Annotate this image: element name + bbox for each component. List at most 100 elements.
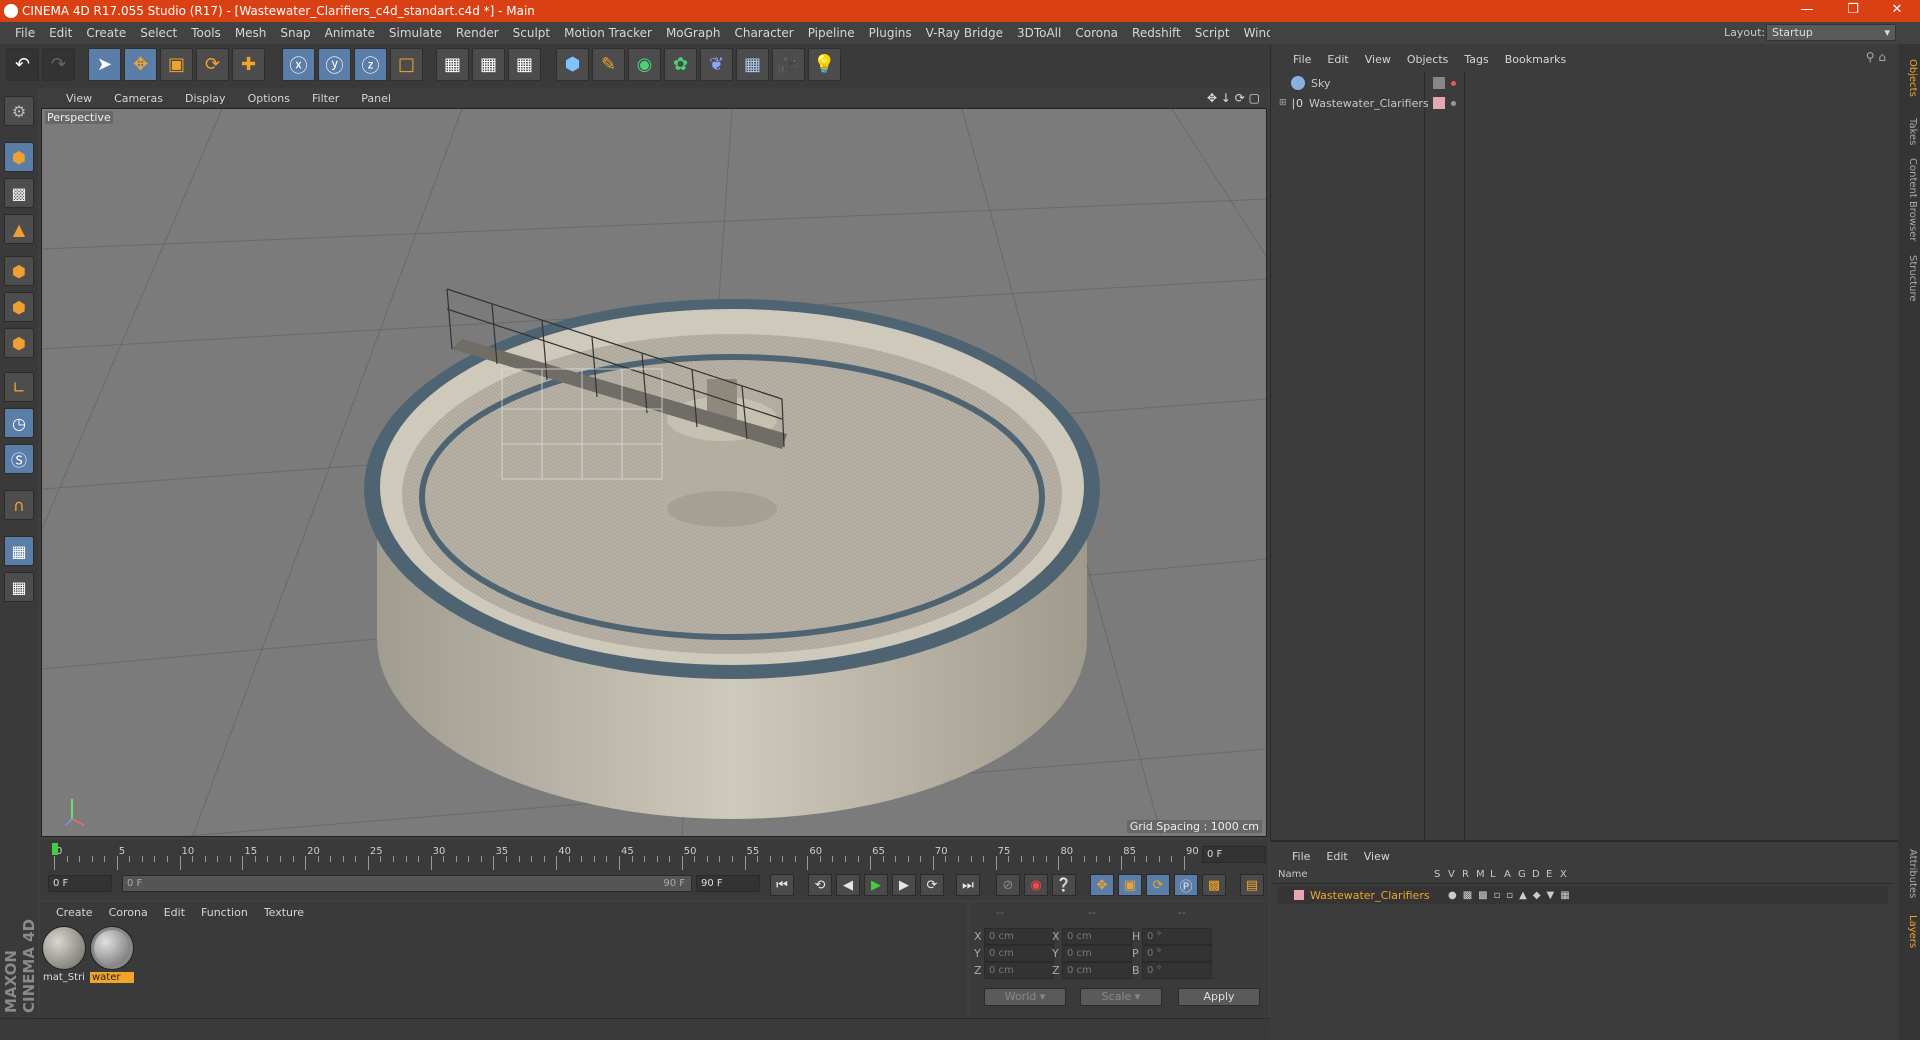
layer-row[interactable]: Wastewater_Clarifiers ●▩▩▫▫▲◆▼▦ xyxy=(1278,886,1888,904)
menu-item-objects[interactable]: Objects xyxy=(1399,53,1457,66)
expand-icon[interactable]: ⊞ xyxy=(1279,98,1287,108)
frame-range-slider[interactable]: 0 F 90 F xyxy=(122,875,692,892)
cloner-array-icon[interactable]: ✿ xyxy=(664,48,697,81)
timeline-ruler[interactable]: 0 5 10 15 20 25 30 35 40 45 50 55 60 65 70 75 80 85 90 0 F xyxy=(40,840,1268,870)
edit-render-settings-icon[interactable]: ▦ xyxy=(508,48,541,81)
menu-item-pipeline[interactable]: Pipeline xyxy=(801,26,862,40)
menu-item-plugins[interactable]: Plugins xyxy=(862,26,919,40)
menu-item-edit[interactable]: Edit xyxy=(156,906,193,919)
menu-item-corona[interactable]: Corona xyxy=(101,906,156,919)
close-button[interactable]: ✕ xyxy=(1874,0,1920,22)
layer-column-g[interactable]: G xyxy=(1518,869,1526,880)
scale-tool-icon[interactable]: ▣ xyxy=(160,48,193,81)
go-to-end-icon[interactable]: ⏭ xyxy=(956,874,980,896)
object-manager-search-icon[interactable]: ⚲ ⌂ xyxy=(1866,50,1886,64)
go-to-start-icon[interactable]: ⏮ xyxy=(770,874,794,896)
menu-item-animate[interactable]: Animate xyxy=(318,26,382,40)
key-position-icon[interactable]: ✥ xyxy=(1090,874,1114,896)
menu-item-mesh[interactable]: Mesh xyxy=(228,26,274,40)
floor-scene-icon[interactable]: ▦ xyxy=(736,48,769,81)
menu-item-tags[interactable]: Tags xyxy=(1456,53,1496,66)
tab-attributes[interactable]: Attributes xyxy=(1900,844,1918,904)
tab-takes[interactable]: Takes xyxy=(1900,112,1918,152)
menu-item-3dtoall[interactable]: 3DToAll xyxy=(1010,26,1068,40)
menu-item-view[interactable]: View xyxy=(1356,850,1398,863)
layer-column-d[interactable]: D xyxy=(1532,869,1540,880)
menu-item-panel[interactable]: Panel xyxy=(349,92,401,105)
light-bulb-icon[interactable]: 💡 xyxy=(808,48,841,81)
end-frame-field[interactable]: 90 F xyxy=(696,875,760,892)
menu-item-edit[interactable]: Edit xyxy=(1318,850,1355,863)
menu-item-character[interactable]: Character xyxy=(727,26,800,40)
restore-button[interactable]: ❐ xyxy=(1830,0,1876,22)
tab-objects[interactable]: Objects xyxy=(1900,48,1918,108)
select-cursor-icon[interactable]: ➤ xyxy=(88,48,121,81)
apply-button[interactable]: Apply xyxy=(1178,988,1260,1006)
coord-value-field[interactable]: 0 cm xyxy=(984,928,1054,945)
workplane-lock-icon[interactable]: ▦ xyxy=(4,536,34,566)
menu-item-corona[interactable]: Corona xyxy=(1068,26,1125,40)
undo-icon[interactable]: ↶ xyxy=(6,48,39,81)
menu-item-view[interactable]: View xyxy=(1357,53,1399,66)
x-axis-lock-icon[interactable]: ⓧ xyxy=(282,48,315,81)
menu-item-file[interactable]: File xyxy=(1284,850,1318,863)
coord-value-field[interactable]: 0 cm xyxy=(984,945,1054,962)
perspective-viewport[interactable]: Perspective Grid Spacing : 1000 cm xyxy=(41,108,1267,837)
autokeying-icon[interactable]: ◉ xyxy=(1024,874,1048,896)
y-axis-lock-icon[interactable]: ⓨ xyxy=(318,48,351,81)
coordinate-system-icon[interactable]: □ xyxy=(390,48,423,81)
coord-value-field[interactable]: 0 ° xyxy=(1142,962,1212,979)
keyframe-selection-icon[interactable]: ❔ xyxy=(1052,874,1076,896)
menu-item-snap[interactable]: Snap xyxy=(273,26,317,40)
key-scale-icon[interactable]: ▣ xyxy=(1118,874,1142,896)
tab-layers[interactable]: Layers xyxy=(1900,910,1918,954)
minimize-button[interactable]: — xyxy=(1784,0,1830,22)
start-frame-field[interactable]: 0 F xyxy=(48,875,112,892)
model-mode-icon[interactable]: ⬢ xyxy=(4,142,34,172)
menu-item-v-ray-bridge[interactable]: V-Ray Bridge xyxy=(919,26,1010,40)
menu-item-bookmarks[interactable]: Bookmarks xyxy=(1497,53,1574,66)
layer-column-e[interactable]: E xyxy=(1546,869,1552,880)
points-mode-icon[interactable]: ⬢ xyxy=(4,256,34,286)
add-transform-icon[interactable]: ✚ xyxy=(232,48,265,81)
coord-value-field[interactable]: 0 cm xyxy=(984,962,1054,979)
material-swatch-water[interactable] xyxy=(90,926,134,970)
coord-value-field[interactable]: 0 ° xyxy=(1142,945,1212,962)
menu-item-view[interactable]: View xyxy=(54,92,102,105)
tab-content-browser[interactable]: Content Browser xyxy=(1900,156,1918,244)
render-picture-viewer-icon[interactable]: ▦ xyxy=(472,48,505,81)
workplane-icon[interactable]: ▲ xyxy=(4,214,34,244)
snapping-magnet-icon[interactable]: ∩ xyxy=(4,490,34,520)
sky-visibility-dot[interactable] xyxy=(1451,80,1456,86)
coord-value-field[interactable]: 0 cm xyxy=(1062,962,1132,979)
menu-item-cameras[interactable]: Cameras xyxy=(102,92,173,105)
previous-keyframe-icon[interactable]: ⟲ xyxy=(808,874,832,896)
move-tool-icon[interactable]: ✥ xyxy=(124,48,157,81)
layer-column-name[interactable]: Name xyxy=(1278,869,1308,880)
layer-column-l[interactable]: L xyxy=(1490,869,1496,880)
menu-item-display[interactable]: Display xyxy=(173,92,236,105)
rotate-tool-icon[interactable]: ⟳ xyxy=(196,48,229,81)
planar-workplane-icon[interactable]: ▦ xyxy=(4,572,34,602)
solo-mode-icon[interactable]: Ⓢ xyxy=(4,444,34,474)
layer-column-r[interactable]: R xyxy=(1462,869,1469,880)
z-axis-lock-icon[interactable]: ⓩ xyxy=(354,48,387,81)
axis-mode-icon[interactable]: ∟ xyxy=(4,372,34,402)
object-row-wastewater-clarifiers[interactable]: ⊞ ∣0 Wastewater_Clarifiers xyxy=(1279,94,1879,112)
coordinate-mode-select[interactable]: Scale ▾ xyxy=(1080,988,1162,1006)
current-frame-field[interactable]: 0 F xyxy=(1202,846,1266,863)
menu-item-simulate[interactable]: Simulate xyxy=(382,26,449,40)
menu-item-file[interactable]: File xyxy=(1285,53,1319,66)
record-keys-disabled-icon[interactable]: ⊘ xyxy=(996,874,1020,896)
render-view-icon[interactable]: ▦ xyxy=(436,48,469,81)
clarifiers-visibility-dot[interactable] xyxy=(1451,100,1456,106)
redo-icon[interactable]: ↷ xyxy=(42,48,75,81)
camera-icon[interactable]: 🎥 xyxy=(772,48,805,81)
key-parameter-icon[interactable]: Ⓟ xyxy=(1174,874,1198,896)
coord-value-field[interactable]: 0 cm xyxy=(1062,945,1132,962)
key-pla-icon[interactable]: ▩ xyxy=(1202,874,1226,896)
menu-item-edit[interactable]: Edit xyxy=(42,26,79,40)
coord-value-field[interactable]: 0 cm xyxy=(1062,928,1132,945)
menu-item-edit[interactable]: Edit xyxy=(1319,53,1356,66)
previous-frame-icon[interactable]: ◀ xyxy=(836,874,860,896)
